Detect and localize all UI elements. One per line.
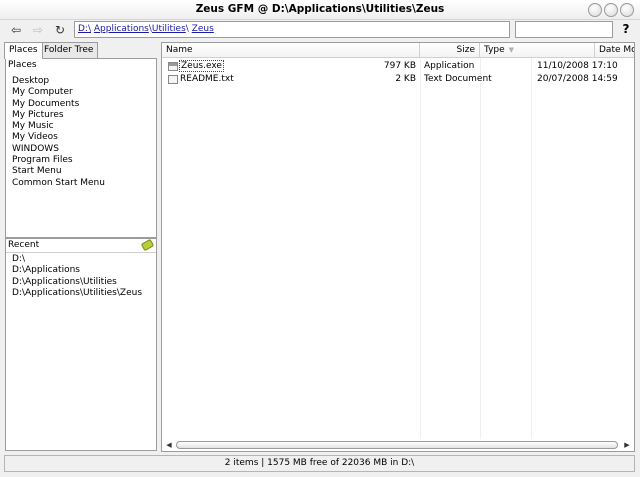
place-item-my-videos[interactable]: My Videos xyxy=(12,132,105,143)
refresh-button[interactable]: ↻ xyxy=(52,22,68,38)
toolbar: ⇦ ⇨ ↻ D:\ Applications\Utilities\ Zeus ? xyxy=(0,20,640,41)
sort-descending-icon: ▼ xyxy=(508,46,515,54)
recent-header: Recent xyxy=(8,240,40,250)
tab-places[interactable]: Places xyxy=(4,42,43,59)
place-item-windows[interactable]: WINDOWS xyxy=(12,144,105,155)
recent-item[interactable]: D:\Applications\Utilities xyxy=(12,277,142,288)
breadcrumb-drive[interactable]: D:\ xyxy=(78,24,91,34)
scrollbar-thumb[interactable] xyxy=(176,441,618,449)
arrow-right-icon: ⇨ xyxy=(32,23,44,37)
place-item-my-documents[interactable]: My Documents xyxy=(12,99,105,110)
forward-button[interactable]: ⇨ xyxy=(30,22,46,38)
column-header-type[interactable]: Type ▼ xyxy=(480,43,595,58)
refresh-icon: ↻ xyxy=(54,23,66,37)
place-item-common-start-menu[interactable]: Common Start Menu xyxy=(12,178,105,189)
breadcrumb-zeus[interactable]: Zeus xyxy=(192,24,214,34)
places-panel: Places Desktop My Computer My Documents … xyxy=(5,58,157,238)
maximize-button[interactable] xyxy=(604,3,618,17)
breadcrumb-separator: \ xyxy=(185,24,189,34)
place-item-my-pictures[interactable]: My Pictures xyxy=(12,110,105,121)
help-button[interactable]: ? xyxy=(619,21,633,38)
column-divider xyxy=(480,58,481,439)
place-item-desktop[interactable]: Desktop xyxy=(12,76,105,87)
application-icon xyxy=(168,62,178,71)
arrow-left-icon: ⇦ xyxy=(10,23,22,37)
recent-item[interactable]: D:\Applications\Utilities\Zeus xyxy=(12,288,142,299)
file-row[interactable]: Zeus.exe 797 KB Application 11/10/2008 1… xyxy=(162,60,634,72)
title-bar: Zeus GFM @ D:\Applications\Utilities\Zeu… xyxy=(0,0,640,20)
column-header-name[interactable]: Name xyxy=(162,43,420,58)
scroll-right-icon[interactable]: ▶ xyxy=(622,440,632,450)
recent-list: D:\ D:\Applications D:\Applications\Util… xyxy=(12,254,142,299)
column-header-date-label: Date Modified xyxy=(599,45,634,55)
file-type: Text Document xyxy=(424,74,492,84)
place-item-my-computer[interactable]: My Computer xyxy=(12,87,105,98)
file-type: Application xyxy=(424,61,475,71)
recent-panel: Recent D:\ D:\Applications D:\Applicatio… xyxy=(5,238,157,451)
column-header-size[interactable]: Size xyxy=(420,43,480,58)
file-name: README.txt xyxy=(180,74,234,84)
place-item-my-music[interactable]: My Music xyxy=(12,121,105,132)
text-file-icon xyxy=(168,75,178,84)
search-input[interactable] xyxy=(515,21,613,38)
scroll-left-icon[interactable]: ◀ xyxy=(164,440,174,450)
file-name: Zeus.exe xyxy=(179,60,224,72)
file-size: 797 KB xyxy=(383,61,416,71)
file-row[interactable]: README.txt 2 KB Text Document 20/07/2008… xyxy=(162,73,634,85)
status-bar: 2 items | 1575 MB free of 22036 MB in D:… xyxy=(4,455,635,472)
close-button[interactable] xyxy=(620,3,634,17)
column-divider xyxy=(531,58,532,439)
horizontal-scrollbar[interactable]: ◀ ▶ xyxy=(164,440,632,450)
breadcrumb-applications[interactable]: Applications xyxy=(94,24,149,34)
minimize-button[interactable] xyxy=(588,3,602,17)
tab-folder-tree[interactable]: Folder Tree xyxy=(39,42,99,58)
file-date: 11/10/2008 17:10 xyxy=(537,61,618,71)
window-title: Zeus GFM @ D:\Applications\Utilities\Zeu… xyxy=(195,3,445,15)
recent-divider xyxy=(6,252,156,253)
recent-item[interactable]: D:\ xyxy=(12,254,142,265)
clear-recent-eraser-icon[interactable] xyxy=(140,238,155,252)
address-bar[interactable]: D:\ Applications\Utilities\ Zeus xyxy=(74,21,510,38)
breadcrumb-utilities[interactable]: Utilities xyxy=(152,24,186,34)
column-divider xyxy=(420,58,421,439)
place-item-program-files[interactable]: Program Files xyxy=(12,155,105,166)
column-header-type-label: Type xyxy=(484,45,505,55)
place-item-start-menu[interactable]: Start Menu xyxy=(12,166,105,177)
places-list: Desktop My Computer My Documents My Pict… xyxy=(12,76,105,189)
recent-item[interactable]: D:\Applications xyxy=(12,265,142,276)
file-size: 2 KB xyxy=(395,74,416,84)
file-date: 20/07/2008 14:59 xyxy=(537,74,618,84)
places-header: Places xyxy=(8,60,37,70)
back-button[interactable]: ⇦ xyxy=(8,22,24,38)
column-header-date[interactable]: Date Modified xyxy=(595,43,634,58)
file-list: Name Size Type▼ Date Modified Zeus.exe 7… xyxy=(161,42,635,452)
